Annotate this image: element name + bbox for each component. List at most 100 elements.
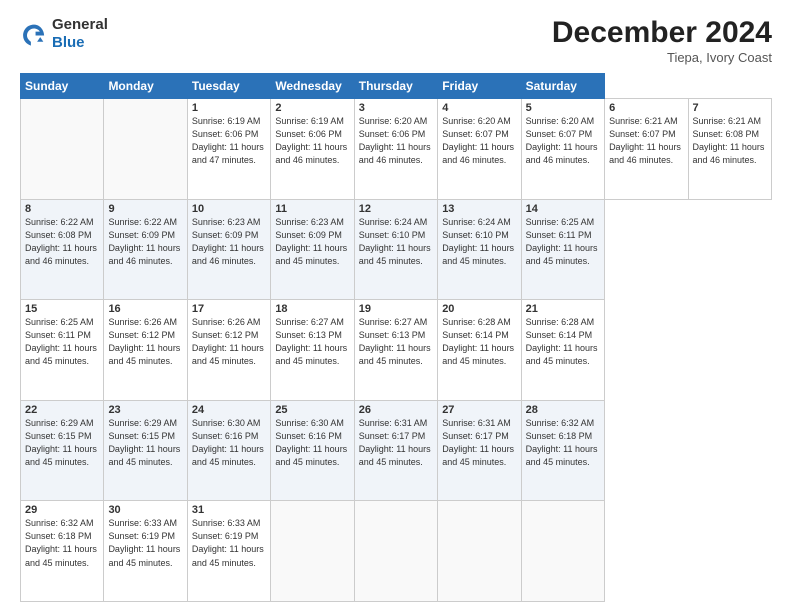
- week-row-0: 1Sunrise: 6:19 AMSunset: 6:06 PMDaylight…: [21, 99, 772, 200]
- day-number: 29: [25, 504, 99, 516]
- day-detail: Sunrise: 6:31 AMSunset: 6:17 PMDaylight:…: [442, 417, 516, 469]
- logo-text: General Blue: [52, 16, 108, 52]
- day-number: 17: [192, 303, 266, 315]
- calendar-cell: 10Sunrise: 6:23 AMSunset: 6:09 PMDayligh…: [187, 199, 270, 300]
- calendar-cell: 1Sunrise: 6:19 AMSunset: 6:06 PMDaylight…: [187, 99, 270, 200]
- calendar-cell: [271, 501, 354, 602]
- day-detail: Sunrise: 6:31 AMSunset: 6:17 PMDaylight:…: [359, 417, 433, 469]
- calendar-cell: 11Sunrise: 6:23 AMSunset: 6:09 PMDayligh…: [271, 199, 354, 300]
- day-detail: Sunrise: 6:20 AMSunset: 6:07 PMDaylight:…: [442, 115, 516, 167]
- day-detail: Sunrise: 6:19 AMSunset: 6:06 PMDaylight:…: [192, 115, 266, 167]
- day-number: 24: [192, 404, 266, 416]
- calendar-cell: 3Sunrise: 6:20 AMSunset: 6:06 PMDaylight…: [354, 99, 437, 200]
- calendar-cell-empty: [104, 99, 187, 200]
- col-header-monday: Monday: [104, 74, 187, 99]
- day-detail: Sunrise: 6:26 AMSunset: 6:12 PMDaylight:…: [192, 316, 266, 368]
- day-number: 5: [526, 102, 600, 114]
- calendar-cell: 21Sunrise: 6:28 AMSunset: 6:14 PMDayligh…: [521, 300, 604, 401]
- week-row-1: 8Sunrise: 6:22 AMSunset: 6:08 PMDaylight…: [21, 199, 772, 300]
- day-number: 16: [108, 303, 182, 315]
- day-number: 25: [275, 404, 349, 416]
- week-row-4: 29Sunrise: 6:32 AMSunset: 6:18 PMDayligh…: [21, 501, 772, 602]
- day-number: 23: [108, 404, 182, 416]
- logo-general: General: [52, 16, 108, 33]
- calendar-cell: 16Sunrise: 6:26 AMSunset: 6:12 PMDayligh…: [104, 300, 187, 401]
- day-detail: Sunrise: 6:23 AMSunset: 6:09 PMDaylight:…: [275, 216, 349, 268]
- day-number: 18: [275, 303, 349, 315]
- calendar-cell: 20Sunrise: 6:28 AMSunset: 6:14 PMDayligh…: [438, 300, 521, 401]
- day-number: 4: [442, 102, 516, 114]
- calendar-cell: 9Sunrise: 6:22 AMSunset: 6:09 PMDaylight…: [104, 199, 187, 300]
- day-number: 12: [359, 203, 433, 215]
- day-detail: Sunrise: 6:19 AMSunset: 6:06 PMDaylight:…: [275, 115, 349, 167]
- col-header-sunday: Sunday: [21, 74, 104, 99]
- calendar-cell: 4Sunrise: 6:20 AMSunset: 6:07 PMDaylight…: [438, 99, 521, 200]
- day-number: 14: [526, 203, 600, 215]
- day-detail: Sunrise: 6:33 AMSunset: 6:19 PMDaylight:…: [192, 517, 266, 569]
- calendar-cell: 5Sunrise: 6:20 AMSunset: 6:07 PMDaylight…: [521, 99, 604, 200]
- day-number: 22: [25, 404, 99, 416]
- day-detail: Sunrise: 6:25 AMSunset: 6:11 PMDaylight:…: [526, 216, 600, 268]
- day-number: 27: [442, 404, 516, 416]
- calendar-cell: 26Sunrise: 6:31 AMSunset: 6:17 PMDayligh…: [354, 400, 437, 501]
- calendar-cell: 31Sunrise: 6:33 AMSunset: 6:19 PMDayligh…: [187, 501, 270, 602]
- day-detail: Sunrise: 6:24 AMSunset: 6:10 PMDaylight:…: [359, 216, 433, 268]
- day-detail: Sunrise: 6:24 AMSunset: 6:10 PMDaylight:…: [442, 216, 516, 268]
- day-detail: Sunrise: 6:27 AMSunset: 6:13 PMDaylight:…: [275, 316, 349, 368]
- day-number: 6: [609, 102, 683, 114]
- title-location: Tiepa, Ivory Coast: [552, 50, 772, 65]
- day-detail: Sunrise: 6:20 AMSunset: 6:07 PMDaylight:…: [526, 115, 600, 167]
- day-number: 21: [526, 303, 600, 315]
- day-detail: Sunrise: 6:30 AMSunset: 6:16 PMDaylight:…: [192, 417, 266, 469]
- calendar-cell-empty: [21, 99, 104, 200]
- day-detail: Sunrise: 6:28 AMSunset: 6:14 PMDaylight:…: [526, 316, 600, 368]
- day-number: 28: [526, 404, 600, 416]
- calendar-cell: 12Sunrise: 6:24 AMSunset: 6:10 PMDayligh…: [354, 199, 437, 300]
- day-detail: Sunrise: 6:28 AMSunset: 6:14 PMDaylight:…: [442, 316, 516, 368]
- week-row-3: 22Sunrise: 6:29 AMSunset: 6:15 PMDayligh…: [21, 400, 772, 501]
- day-number: 31: [192, 504, 266, 516]
- day-detail: Sunrise: 6:23 AMSunset: 6:09 PMDaylight:…: [192, 216, 266, 268]
- calendar-cell: 17Sunrise: 6:26 AMSunset: 6:12 PMDayligh…: [187, 300, 270, 401]
- calendar: SundayMondayTuesdayWednesdayThursdayFrid…: [20, 73, 772, 602]
- day-detail: Sunrise: 6:32 AMSunset: 6:18 PMDaylight:…: [25, 517, 99, 569]
- calendar-cell: 13Sunrise: 6:24 AMSunset: 6:10 PMDayligh…: [438, 199, 521, 300]
- day-detail: Sunrise: 6:22 AMSunset: 6:09 PMDaylight:…: [108, 216, 182, 268]
- day-detail: Sunrise: 6:33 AMSunset: 6:19 PMDaylight:…: [108, 517, 182, 569]
- day-number: 11: [275, 203, 349, 215]
- day-number: 8: [25, 203, 99, 215]
- day-number: 26: [359, 404, 433, 416]
- calendar-cell: 22Sunrise: 6:29 AMSunset: 6:15 PMDayligh…: [21, 400, 104, 501]
- day-number: 15: [25, 303, 99, 315]
- calendar-cell: 18Sunrise: 6:27 AMSunset: 6:13 PMDayligh…: [271, 300, 354, 401]
- calendar-cell: 14Sunrise: 6:25 AMSunset: 6:11 PMDayligh…: [521, 199, 604, 300]
- calendar-cell: 28Sunrise: 6:32 AMSunset: 6:18 PMDayligh…: [521, 400, 604, 501]
- day-detail: Sunrise: 6:27 AMSunset: 6:13 PMDaylight:…: [359, 316, 433, 368]
- day-detail: Sunrise: 6:29 AMSunset: 6:15 PMDaylight:…: [108, 417, 182, 469]
- day-detail: Sunrise: 6:26 AMSunset: 6:12 PMDaylight:…: [108, 316, 182, 368]
- calendar-cell: 8Sunrise: 6:22 AMSunset: 6:08 PMDaylight…: [21, 199, 104, 300]
- col-header-friday: Friday: [438, 74, 521, 99]
- calendar-cell: 27Sunrise: 6:31 AMSunset: 6:17 PMDayligh…: [438, 400, 521, 501]
- calendar-cell: 2Sunrise: 6:19 AMSunset: 6:06 PMDaylight…: [271, 99, 354, 200]
- calendar-cell: 6Sunrise: 6:21 AMSunset: 6:07 PMDaylight…: [605, 99, 688, 200]
- calendar-cell: 29Sunrise: 6:32 AMSunset: 6:18 PMDayligh…: [21, 501, 104, 602]
- day-number: 30: [108, 504, 182, 516]
- calendar-cell: [438, 501, 521, 602]
- calendar-cell: [521, 501, 604, 602]
- day-detail: Sunrise: 6:20 AMSunset: 6:06 PMDaylight:…: [359, 115, 433, 167]
- day-number: 19: [359, 303, 433, 315]
- title-month: December 2024: [552, 16, 772, 50]
- week-row-2: 15Sunrise: 6:25 AMSunset: 6:11 PMDayligh…: [21, 300, 772, 401]
- day-number: 1: [192, 102, 266, 114]
- calendar-cell: 23Sunrise: 6:29 AMSunset: 6:15 PMDayligh…: [104, 400, 187, 501]
- day-detail: Sunrise: 6:21 AMSunset: 6:07 PMDaylight:…: [609, 115, 683, 167]
- day-detail: Sunrise: 6:22 AMSunset: 6:08 PMDaylight:…: [25, 216, 99, 268]
- day-number: 7: [693, 102, 768, 114]
- day-detail: Sunrise: 6:30 AMSunset: 6:16 PMDaylight:…: [275, 417, 349, 469]
- day-detail: Sunrise: 6:21 AMSunset: 6:08 PMDaylight:…: [693, 115, 768, 167]
- logo: General Blue: [20, 16, 108, 52]
- day-detail: Sunrise: 6:29 AMSunset: 6:15 PMDaylight:…: [25, 417, 99, 469]
- col-header-wednesday: Wednesday: [271, 74, 354, 99]
- day-number: 20: [442, 303, 516, 315]
